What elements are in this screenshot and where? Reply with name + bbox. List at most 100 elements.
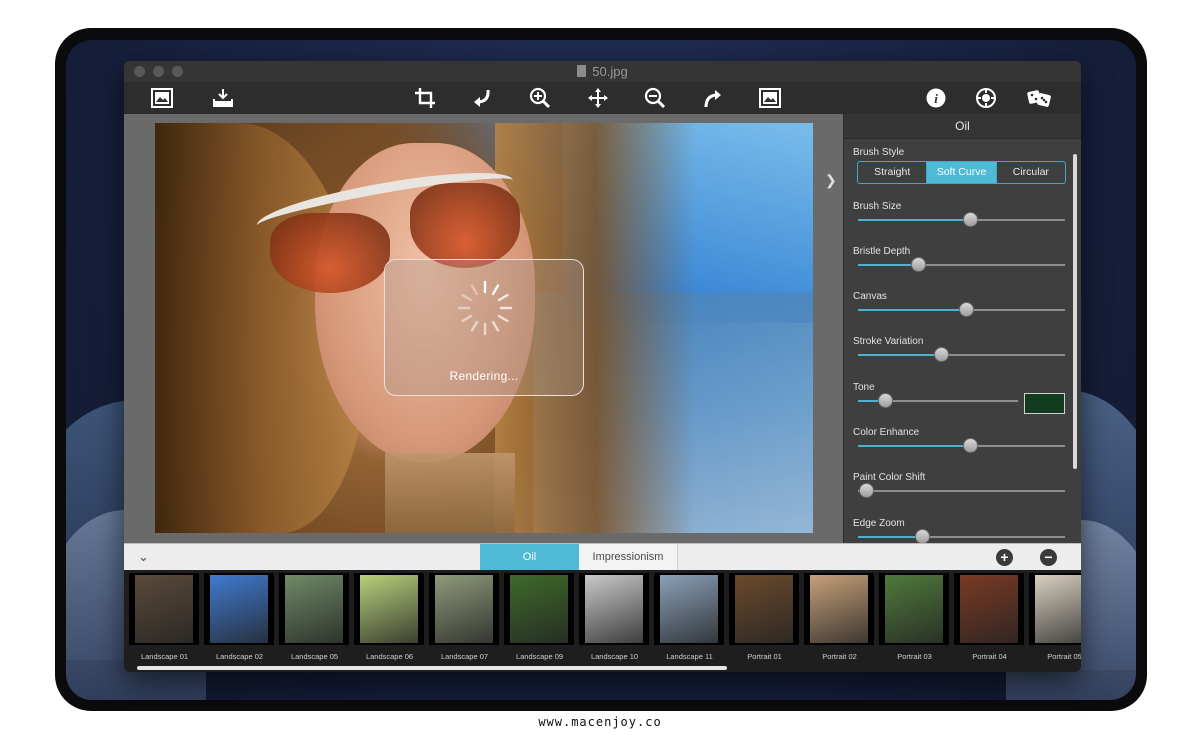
preset-thumbnail[interactable]: [1029, 573, 1081, 645]
edge-zoom-label: Edge Zoom: [853, 518, 905, 529]
brush-style-straight-button[interactable]: Straight: [858, 162, 928, 183]
preset-image: [585, 575, 643, 643]
app-window: 50.jpg i Rendering... ❯ Oil Brush Style …: [124, 61, 1081, 672]
move-icon[interactable]: [584, 86, 612, 110]
open-image-icon[interactable]: [148, 86, 176, 110]
canvas-slider-fill: [858, 309, 966, 311]
preset-label: Landscape 06: [365, 652, 414, 661]
preset-image: [960, 575, 1018, 643]
brush-size-slider-fill: [858, 219, 970, 221]
preset-strip-scrollbar[interactable]: [137, 666, 727, 670]
collapse-panel-chevron-icon[interactable]: ❯: [825, 172, 837, 189]
preset-image: [1035, 575, 1081, 643]
remove-preset-button[interactable]: −: [1040, 549, 1057, 566]
panel-title: Oil: [844, 114, 1081, 139]
preset-label: Portrait 05: [1047, 652, 1081, 661]
add-preset-button[interactable]: +: [996, 549, 1013, 566]
color-enhance-slider[interactable]: [858, 438, 1065, 453]
brush-style-circular-button[interactable]: Circular: [997, 162, 1065, 183]
tone-color-swatch[interactable]: [1024, 393, 1065, 414]
preset-image: [810, 575, 868, 643]
preset-strip: Landscape 01 Landscape 02 Landscape 05 Land…: [124, 570, 1081, 672]
preset-thumbnail[interactable]: [129, 573, 199, 645]
brush-size-slider-knob[interactable]: [962, 212, 978, 227]
tone-slider[interactable]: [858, 393, 1018, 408]
color-enhance-slider-knob[interactable]: [962, 438, 978, 453]
preset-label: Portrait 04: [972, 652, 1007, 661]
preset-label: Landscape 01: [140, 652, 189, 661]
stroke-variation-slider-fill: [858, 354, 941, 356]
preset-thumbnail[interactable]: [504, 573, 574, 645]
toolbar: i: [124, 82, 1081, 114]
rendering-label: Rendering...: [449, 369, 519, 383]
tone-label: Tone: [853, 382, 875, 393]
preset-thumbnail[interactable]: [279, 573, 349, 645]
preset-thumbnail[interactable]: [954, 573, 1024, 645]
bristle-depth-slider[interactable]: [858, 257, 1065, 272]
bristle-depth-slider-knob[interactable]: [911, 257, 927, 272]
preset-image: [360, 575, 418, 643]
tone-slider-knob[interactable]: [878, 393, 894, 408]
info-icon[interactable]: i: [922, 86, 950, 110]
preset-thumbnail[interactable]: [429, 573, 499, 645]
color-enhance-label: Color Enhance: [853, 427, 920, 438]
canvas-slider-knob[interactable]: [958, 302, 974, 317]
edge-zoom-slider[interactable]: [858, 529, 1065, 544]
preset-image: [210, 575, 268, 643]
brush-style-label: Brush Style: [853, 147, 905, 158]
preset-thumbnail[interactable]: [879, 573, 949, 645]
preset-image: [285, 575, 343, 643]
tab-impressionism[interactable]: Impressionism: [579, 544, 678, 570]
panel-scrollbar[interactable]: [1073, 154, 1077, 469]
canvas-slider[interactable]: [858, 302, 1065, 317]
bristle-depth-label: Bristle Depth: [853, 246, 911, 257]
brush-size-label: Brush Size: [853, 201, 902, 212]
tab-oil[interactable]: Oil: [480, 544, 579, 570]
preset-label: Landscape 11: [666, 652, 713, 661]
preset-thumbnail[interactable]: [654, 573, 724, 645]
preset-thumbnail[interactable]: [804, 573, 874, 645]
preset-label: Portrait 02: [822, 652, 857, 661]
brush-style-segmented-control: Straight Soft Curve Circular: [857, 161, 1066, 184]
save-image-icon[interactable]: [209, 86, 237, 110]
color-enhance-slider-fill: [858, 445, 970, 447]
random-dice-icon[interactable]: [1025, 86, 1053, 110]
stroke-variation-slider-knob[interactable]: [933, 347, 949, 362]
svg-text:i: i: [934, 91, 938, 106]
preset-label: Landscape 02: [215, 652, 264, 661]
paint-color-shift-slider-knob[interactable]: [859, 483, 875, 498]
edge-zoom-slider-knob[interactable]: [915, 529, 931, 544]
zoom-in-icon[interactable]: [526, 86, 554, 110]
settings-icon[interactable]: [972, 86, 1000, 110]
zoom-out-icon[interactable]: [641, 86, 669, 110]
brush-style-soft-curve-button[interactable]: Soft Curve: [927, 162, 997, 183]
filter-tab-bar: ⌄ Oil Impressionism + −: [124, 543, 1081, 570]
preset-image: [135, 575, 193, 643]
rotate-left-icon[interactable]: [468, 86, 496, 110]
edge-zoom-slider-fill: [858, 536, 923, 538]
paint-color-shift-label: Paint Color Shift: [853, 472, 926, 483]
title-bar: 50.jpg: [124, 61, 1081, 82]
preset-image: [735, 575, 793, 643]
rotate-right-icon[interactable]: [699, 86, 727, 110]
collapse-strip-chevron-icon[interactable]: ⌄: [138, 549, 149, 565]
image-canvas[interactable]: Rendering... ❯: [124, 114, 843, 543]
crop-icon[interactable]: [412, 86, 440, 110]
canvas-label: Canvas: [853, 291, 887, 302]
preset-thumbnail[interactable]: [204, 573, 274, 645]
preset-image: [885, 575, 943, 643]
preset-thumbnail[interactable]: [579, 573, 649, 645]
preset-thumbnail[interactable]: [729, 573, 799, 645]
paint-color-shift-slider[interactable]: [858, 483, 1065, 498]
brush-size-slider[interactable]: [858, 212, 1065, 227]
stroke-variation-slider[interactable]: [858, 347, 1065, 362]
photo-preview: Rendering...: [155, 123, 813, 533]
loading-spinner-icon: [457, 280, 513, 336]
preset-label: Landscape 07: [440, 652, 489, 661]
fit-image-icon[interactable]: [756, 86, 784, 110]
preset-image: [435, 575, 493, 643]
preset-thumbnail[interactable]: [354, 573, 424, 645]
bristle-depth-slider-fill: [858, 264, 919, 266]
preset-label: Portrait 01: [747, 652, 782, 661]
rendering-overlay: Rendering...: [384, 259, 584, 396]
